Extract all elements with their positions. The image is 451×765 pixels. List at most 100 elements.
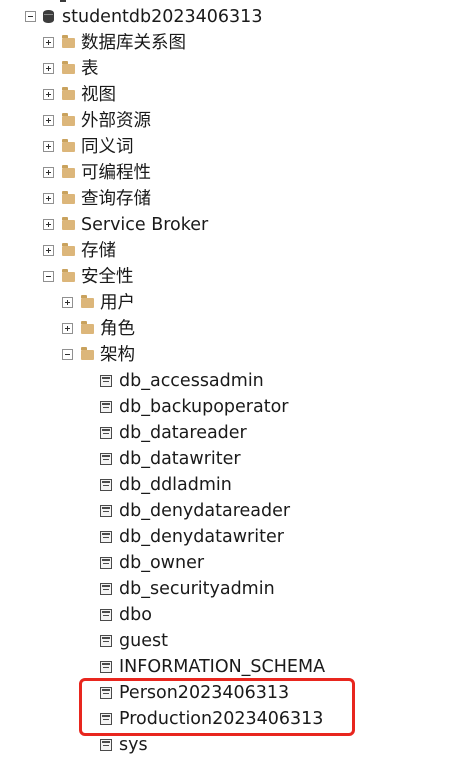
tree-node-schema[interactable]: db_backupoperator (0, 394, 451, 420)
folder-label: 用户 (100, 293, 135, 313)
schema-label: dbo (119, 605, 152, 625)
folder-label: 存储 (81, 241, 116, 261)
schema-label: guest (119, 631, 168, 651)
schema-icon (100, 609, 112, 621)
folder-icon (62, 191, 75, 204)
tree-node-security[interactable]: 安全性 (0, 264, 451, 290)
schema-label: db_owner (119, 553, 205, 573)
expand-icon[interactable] (43, 193, 54, 204)
tree-node-database[interactable]: studentdb2023406313 (0, 4, 451, 30)
tree-node-synonyms[interactable]: 同义词 (0, 134, 451, 160)
folder-icon (62, 165, 75, 178)
folder-icon (62, 243, 75, 256)
schema-icon (100, 583, 112, 595)
object-explorer-tree: studentdb2023406313 数据库关系图 表 视图 外部资源 同义词… (0, 0, 451, 755)
tree-node-schema[interactable]: db_denydatawriter (0, 524, 451, 550)
folder-icon (62, 87, 75, 100)
tree-node-external-resources[interactable]: 外部资源 (0, 108, 451, 134)
schema-icon (100, 427, 112, 439)
collapse-icon[interactable] (43, 271, 54, 282)
folder-label: 安全性 (81, 267, 134, 287)
folder-icon (62, 35, 75, 48)
schema-icon (100, 661, 112, 673)
expand-icon[interactable] (43, 115, 54, 126)
tree-node-roles[interactable]: 角色 (0, 316, 451, 342)
expand-icon[interactable] (43, 167, 54, 178)
expand-icon[interactable] (43, 141, 54, 152)
tree-node-users[interactable]: 用户 (0, 290, 451, 316)
folder-label: 外部资源 (81, 111, 151, 131)
tree-node-schemas[interactable]: 架构 (0, 342, 451, 368)
folder-icon (62, 61, 75, 74)
schema-label: db_ddladmin (119, 475, 232, 495)
folder-label: 查询存储 (81, 189, 151, 209)
tree-node-schema[interactable]: db_datareader (0, 420, 451, 446)
schema-icon (100, 687, 112, 699)
folder-icon (62, 217, 75, 230)
tree-node-schema[interactable]: db_securityadmin (0, 576, 451, 602)
schema-label: db_accessadmin (119, 371, 264, 391)
tree-node-schema[interactable]: INFORMATION_SCHEMA (0, 654, 451, 680)
tree-node-service-broker[interactable]: Service Broker (0, 212, 451, 238)
schema-label: Production2023406313 (119, 709, 324, 729)
tree-node-schema[interactable]: Person2023406313 (0, 680, 451, 706)
tree-node-schema[interactable]: db_denydatareader (0, 498, 451, 524)
tree-node-diagrams[interactable]: 数据库关系图 (0, 30, 451, 56)
schema-label: db_securityadmin (119, 579, 275, 599)
tree-node-schema[interactable]: db_accessadmin (0, 368, 451, 394)
folder-label: 架构 (100, 345, 135, 365)
schema-label: Person2023406313 (119, 683, 290, 703)
folder-label: Service Broker (81, 215, 209, 235)
tree-node-views[interactable]: 视图 (0, 82, 451, 108)
expand-icon[interactable] (43, 37, 54, 48)
database-icon (43, 10, 54, 23)
schema-icon (100, 635, 112, 647)
schema-icon (100, 531, 112, 543)
expand-icon[interactable] (43, 63, 54, 74)
folder-label: 同义词 (81, 137, 134, 157)
folder-icon (81, 295, 94, 308)
folder-icon (81, 321, 94, 334)
tree-node-query-store[interactable]: 查询存储 (0, 186, 451, 212)
schema-label: db_denydatareader (119, 501, 291, 521)
schema-icon (100, 401, 112, 413)
schema-label: db_denydatawriter (119, 527, 284, 547)
folder-icon (62, 269, 75, 282)
tree-node-schema[interactable]: sys (0, 732, 451, 758)
schema-icon (100, 713, 112, 725)
expand-icon[interactable] (62, 297, 73, 308)
schema-icon (100, 557, 112, 569)
tree-node-schema[interactable]: db_datawriter (0, 446, 451, 472)
schema-icon (100, 375, 112, 387)
database-label: studentdb2023406313 (62, 7, 263, 27)
folder-label: 数据库关系图 (81, 33, 186, 53)
schema-icon (100, 453, 112, 465)
folder-label: 可编程性 (81, 163, 151, 183)
folder-label: 视图 (81, 85, 116, 105)
schema-icon (100, 479, 112, 491)
folder-label: 表 (81, 59, 99, 79)
expand-icon[interactable] (62, 323, 73, 334)
schema-icon (100, 505, 112, 517)
schema-label: db_datareader (119, 423, 247, 443)
expand-icon[interactable] (43, 245, 54, 256)
tree-node-schema[interactable]: guest (0, 628, 451, 654)
folder-icon (62, 139, 75, 152)
tree-node-storage[interactable]: 存储 (0, 238, 451, 264)
collapse-icon[interactable] (62, 349, 73, 360)
expand-icon[interactable] (43, 89, 54, 100)
tree-node-programmability[interactable]: 可编程性 (0, 160, 451, 186)
tree-node-schema[interactable]: db_owner (0, 550, 451, 576)
schema-label: db_backupoperator (119, 397, 289, 417)
tree-node-schema[interactable]: db_ddladmin (0, 472, 451, 498)
tree-node-schema[interactable]: Production2023406313 (0, 706, 451, 732)
folder-icon (81, 347, 94, 360)
tree-node-schema[interactable]: dbo (0, 602, 451, 628)
schema-label: INFORMATION_SCHEMA (119, 657, 326, 677)
collapse-icon[interactable] (25, 11, 36, 22)
schema-label: sys (119, 735, 148, 755)
expand-icon[interactable] (43, 219, 54, 230)
tree-node-tables[interactable]: 表 (0, 56, 451, 82)
folder-label: 角色 (100, 319, 135, 339)
schema-icon (100, 739, 112, 751)
